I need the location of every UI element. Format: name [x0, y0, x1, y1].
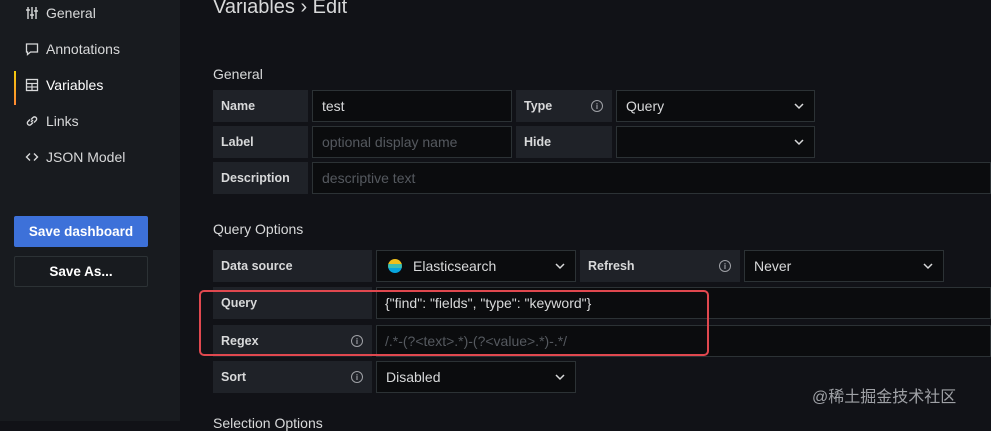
- sort-label: Sort i: [213, 361, 372, 393]
- query-input[interactable]: {"find": "fields", "type": "keyword"}: [376, 287, 991, 319]
- sort-select-value: Disabled: [386, 369, 441, 385]
- settings-sidebar: General Annotations Variables Links JSON…: [0, 0, 180, 421]
- query-label-text: Query: [221, 296, 258, 310]
- elasticsearch-icon: [388, 259, 402, 273]
- chevron-down-icon: [555, 263, 565, 270]
- name-label: Name: [213, 90, 308, 122]
- regex-input[interactable]: /.*-(?<text>.*)-(?<value>.*)-.*/: [376, 325, 991, 357]
- label-label: Label: [213, 126, 308, 158]
- label-input[interactable]: optional display name: [312, 126, 512, 158]
- info-icon[interactable]: i: [351, 335, 363, 347]
- info-icon[interactable]: i: [351, 371, 363, 383]
- sidebar-item-label: Variables: [46, 77, 104, 93]
- query-input-value: {"find": "fields", "type": "keyword"}: [385, 295, 592, 311]
- sidebar-item-general[interactable]: General: [14, 0, 96, 27]
- name-input-value: test: [322, 98, 345, 114]
- sidebar-item-label: Annotations: [46, 41, 120, 57]
- code-icon: [24, 149, 40, 165]
- watermark-text: @稀土掘金技术社区: [812, 389, 957, 406]
- label-input-placeholder: optional display name: [322, 134, 458, 150]
- sidebar-item-links[interactable]: Links: [14, 107, 79, 135]
- refresh-label-text: Refresh: [588, 259, 635, 273]
- description-label-text: Description: [221, 171, 290, 185]
- regex-label: Regex i: [213, 325, 372, 357]
- page-title: Variables › Edit: [213, 0, 348, 18]
- regex-label-text: Regex: [221, 334, 259, 348]
- hide-label: Hide: [516, 126, 612, 158]
- save-dashboard-button[interactable]: Save dashboard: [14, 216, 148, 247]
- name-label-text: Name: [221, 99, 256, 113]
- chevron-down-icon: [923, 263, 933, 270]
- type-select-value: Query: [626, 98, 665, 114]
- calculator-icon: [24, 77, 40, 93]
- hide-label-text: Hide: [524, 135, 552, 149]
- chevron-down-icon: [794, 103, 804, 110]
- sidebar-item-label: General: [46, 5, 96, 21]
- refresh-select[interactable]: Never: [744, 250, 944, 282]
- label-label-text: Label: [221, 135, 254, 149]
- sidebar-item-label: JSON Model: [46, 149, 126, 165]
- description-input-placeholder: descriptive text: [322, 170, 416, 186]
- refresh-label: Refresh i: [580, 250, 740, 282]
- hide-select[interactable]: [616, 126, 815, 158]
- sidebar-item-variables[interactable]: Variables: [14, 71, 104, 105]
- type-select[interactable]: Query: [616, 90, 815, 122]
- sidebar-item-annotations[interactable]: Annotations: [14, 35, 120, 63]
- datasource-select-value: Elasticsearch: [413, 258, 497, 274]
- regex-input-placeholder: /.*-(?<text>.*)-(?<value>.*)-.*/: [385, 333, 568, 349]
- chevron-down-icon: [555, 374, 565, 381]
- selection-options-section-heading: Selection Options: [213, 415, 323, 431]
- save-as-button[interactable]: Save As...: [14, 256, 148, 287]
- info-icon[interactable]: i: [719, 260, 731, 272]
- query-label: Query: [213, 287, 372, 319]
- refresh-select-value: Never: [754, 258, 792, 274]
- sliders-icon: [24, 5, 40, 21]
- description-input[interactable]: descriptive text: [312, 162, 991, 194]
- chevron-down-icon: [794, 139, 804, 146]
- description-label: Description: [213, 162, 308, 194]
- type-label: Type i: [516, 90, 612, 122]
- sidebar-item-label: Links: [46, 113, 79, 129]
- sort-label-text: Sort: [221, 370, 246, 384]
- datasource-label: Data source: [213, 250, 372, 282]
- general-section-heading: General: [213, 66, 263, 82]
- query-options-section-heading: Query Options: [213, 221, 304, 237]
- sidebar-item-json-model[interactable]: JSON Model: [14, 143, 125, 171]
- comment-icon: [24, 41, 40, 57]
- name-input[interactable]: test: [312, 90, 512, 122]
- datasource-label-text: Data source: [221, 259, 293, 273]
- info-icon[interactable]: i: [591, 100, 603, 112]
- link-icon: [24, 113, 40, 129]
- type-label-text: Type: [524, 99, 553, 113]
- datasource-select[interactable]: Elasticsearch: [376, 250, 576, 282]
- sort-select[interactable]: Disabled: [376, 361, 576, 393]
